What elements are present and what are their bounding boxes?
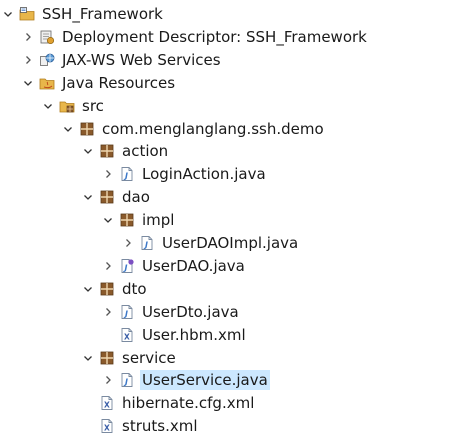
source-folder-icon	[59, 98, 75, 114]
xml-file-icon: X	[119, 327, 135, 343]
package-icon	[99, 350, 115, 366]
tree-item-label: src	[82, 96, 104, 115]
tree-item-label: UserService.java	[140, 370, 270, 391]
twistie-spacer	[102, 327, 114, 343]
java-file-icon: J	[119, 372, 135, 388]
package-icon	[99, 281, 115, 297]
tree-item-src[interactable]: src	[42, 95, 106, 117]
tree-item-label: JAX-WS Web Services	[62, 50, 221, 69]
tree-item-label: Deployment Descriptor: SSH_Framework	[62, 27, 367, 46]
chevron-down-icon[interactable]	[62, 121, 74, 137]
tree-item-label: hibernate.cfg.xml	[122, 394, 255, 413]
project-icon	[19, 6, 35, 22]
chevron-right-icon[interactable]	[102, 166, 114, 182]
package-icon	[79, 121, 95, 137]
xml-file-icon: X	[99, 395, 115, 411]
tree-item-label: UserDto.java	[142, 302, 239, 321]
tree-item-label: dto	[122, 279, 147, 298]
tree-item-project[interactable]: SSH_Framework	[2, 3, 165, 25]
xml-file-icon: X	[99, 418, 115, 434]
tree-item-user-dto[interactable]: J UserDto.java	[102, 301, 241, 323]
tree-item-user-dao-impl[interactable]: J UserDAOImpl.java	[122, 232, 300, 254]
project-explorer-tree: SSH_Framework Deployment Descriptor: SSH…	[0, 0, 457, 439]
chevron-right-icon[interactable]	[102, 372, 114, 388]
tree-item-java-resources[interactable]: Java Resources	[22, 72, 177, 94]
tree-item-pkg-dao[interactable]: dao	[82, 186, 152, 208]
tree-item-label: Java Resources	[62, 73, 176, 92]
tree-item-label: SSH_Framework	[42, 5, 163, 23]
tree-item-pkg-dto[interactable]: dto	[82, 278, 149, 300]
chevron-down-icon[interactable]	[82, 350, 94, 366]
web-services-icon	[39, 52, 55, 68]
chevron-down-icon[interactable]	[82, 281, 94, 297]
tree-item-pkg-impl[interactable]: impl	[102, 209, 176, 231]
tree-item-label: com.menglanglang.ssh.demo	[102, 119, 324, 138]
tree-item-label: UserDAO.java	[142, 256, 245, 275]
tree-item-label: LoginAction.java	[142, 165, 266, 184]
java-file-icon: J	[119, 166, 135, 182]
tree-item-label: dao	[122, 188, 150, 207]
chevron-down-icon[interactable]	[2, 6, 14, 22]
package-icon	[99, 143, 115, 159]
java-file-icon: J	[139, 235, 155, 251]
chevron-down-icon[interactable]	[102, 212, 114, 228]
svg-text:X: X	[124, 332, 130, 341]
twistie-spacer	[82, 418, 94, 434]
tree-item-label: impl	[142, 211, 175, 230]
java-file-icon: J	[119, 304, 135, 320]
chevron-down-icon[interactable]	[42, 98, 54, 114]
tree-item-deployment-descriptor[interactable]: Deployment Descriptor: SSH_Framework	[22, 26, 369, 48]
chevron-down-icon[interactable]	[82, 143, 94, 159]
svg-text:X: X	[104, 401, 110, 410]
svg-text:X: X	[104, 424, 110, 433]
tree-item-struts[interactable]: X struts.xml	[82, 415, 200, 437]
tree-item-label: struts.xml	[122, 417, 198, 436]
chevron-down-icon[interactable]	[22, 75, 34, 91]
java-resources-icon	[39, 75, 55, 91]
deployment-descriptor-icon	[39, 29, 55, 45]
tree-item-label: service	[122, 348, 176, 367]
tree-item-label: User.hbm.xml	[142, 325, 246, 344]
chevron-down-icon[interactable]	[82, 189, 94, 205]
package-icon	[119, 212, 135, 228]
tree-item-pkg-service[interactable]: service	[82, 347, 178, 369]
java-interface-file-icon: J	[119, 258, 135, 274]
chevron-right-icon[interactable]	[22, 29, 34, 45]
tree-item-label: action	[122, 142, 169, 161]
chevron-right-icon[interactable]	[22, 52, 34, 68]
chevron-right-icon[interactable]	[102, 258, 114, 274]
tree-item-user-hbm[interactable]: X User.hbm.xml	[102, 324, 248, 346]
tree-item-hibernate-cfg[interactable]: X hibernate.cfg.xml	[82, 392, 256, 414]
package-icon	[99, 189, 115, 205]
tree-item-jax-ws[interactable]: JAX-WS Web Services	[22, 49, 223, 71]
tree-item-user-dao[interactable]: J UserDAO.java	[102, 255, 247, 277]
tree-item-label: UserDAOImpl.java	[162, 234, 299, 252]
tree-item-login-action[interactable]: J LoginAction.java	[102, 163, 268, 185]
chevron-right-icon[interactable]	[122, 235, 134, 251]
tree-item-pkg-action[interactable]: action	[82, 140, 170, 162]
chevron-right-icon[interactable]	[102, 304, 114, 320]
twistie-spacer	[82, 395, 94, 411]
tree-item-user-service[interactable]: J UserService.java	[102, 369, 270, 391]
tree-item-pkg-demo[interactable]: com.menglanglang.ssh.demo	[62, 118, 326, 140]
